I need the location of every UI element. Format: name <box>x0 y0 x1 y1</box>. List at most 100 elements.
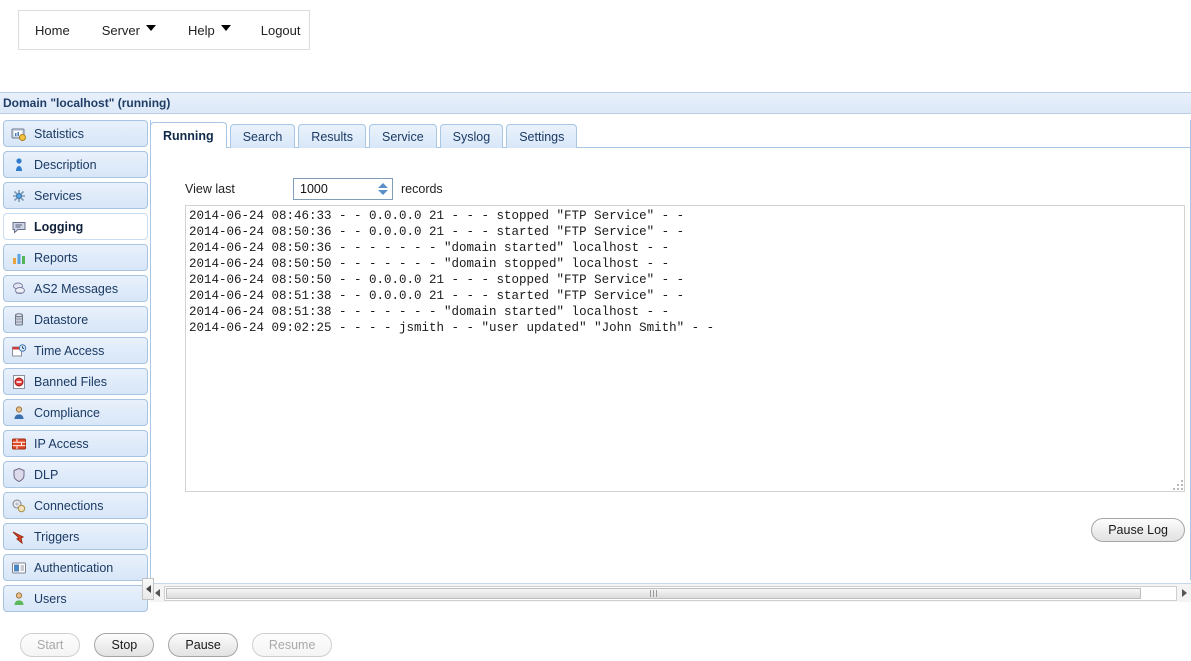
chevron-up-icon[interactable] <box>377 183 388 188</box>
domain-header-bar: Domain "localhost" (running) <box>0 92 1191 114</box>
sidebar-item-label: IP Access <box>34 436 89 451</box>
chevron-down-icon[interactable] <box>377 190 388 195</box>
banned-files-icon <box>11 374 27 390</box>
sidebar-item-label: Connections <box>34 498 104 513</box>
resume-button[interactable]: Resume <box>251 632 333 657</box>
sidebar-item-services[interactable]: Services <box>3 182 148 209</box>
pause-button[interactable]: Pause <box>168 632 238 657</box>
sidebar-item-banned-files[interactable]: Banned Files <box>3 368 148 395</box>
tab-results[interactable]: Results <box>298 124 366 148</box>
menu-item-server-label: Server <box>101 22 140 38</box>
sidebar-collapse-handle[interactable] <box>142 578 154 600</box>
menu-item-logout[interactable]: Logout <box>261 23 301 38</box>
sidebar-item-label: Banned Files <box>34 374 107 389</box>
tab-label: Results <box>311 129 353 144</box>
view-last-row: View last records <box>185 178 443 200</box>
sidebar-item-logging[interactable]: Logging <box>3 213 148 240</box>
sidebar-item-triggers[interactable]: Triggers <box>3 523 148 550</box>
scrollbar-grip-icon <box>650 589 657 597</box>
sidebar-item-datastore[interactable]: Datastore <box>3 306 148 333</box>
tab-strip: Running Search Results Service Syslog Se… <box>150 122 580 148</box>
sidebar-item-description[interactable]: Description <box>3 151 148 178</box>
tab-label: Running <box>163 128 214 143</box>
pause-log-row: Pause Log <box>185 518 1185 542</box>
triggers-icon <box>11 529 27 545</box>
menu-item-logout-label: Logout <box>260 22 301 38</box>
view-last-label: View last <box>185 182 235 196</box>
connections-icon <box>11 498 27 514</box>
sidebar-item-label: Time Access <box>34 343 105 358</box>
sidebar-item-label: Datastore <box>34 312 89 327</box>
sidebar-item-compliance[interactable]: Compliance <box>3 399 148 426</box>
sidebar-item-dlp[interactable]: DLP <box>3 461 148 488</box>
stop-button[interactable]: Stop <box>94 632 155 657</box>
start-button-label: Start <box>37 637 64 652</box>
pause-button-label: Pause <box>185 637 221 652</box>
sidebar-item-ip-access[interactable]: IP Access <box>3 430 148 457</box>
records-input[interactable] <box>298 179 376 199</box>
pause-log-button-label: Pause Log <box>1108 523 1168 537</box>
chevron-down-icon <box>220 24 231 31</box>
log-output-box[interactable]: 2014-06-24 08:46:33 - - 0.0.0.0 21 - - -… <box>185 205 1185 492</box>
sidebar-item-reports[interactable]: Reports <box>3 244 148 271</box>
sidebar-item-authentication[interactable]: Authentication <box>3 554 148 581</box>
sidebar-item-label: Logging <box>34 219 84 234</box>
compliance-icon <box>11 405 27 421</box>
scrollbar-track[interactable] <box>164 585 1177 601</box>
services-icon <box>11 188 27 204</box>
pause-log-button[interactable]: Pause Log <box>1091 518 1185 542</box>
start-button[interactable]: Start <box>20 632 81 657</box>
resize-grip-icon[interactable] <box>1171 478 1183 490</box>
menu-item-home-label: Home <box>35 22 70 38</box>
statistics-icon <box>11 126 27 142</box>
stepper-arrows[interactable] <box>375 180 390 198</box>
records-stepper[interactable] <box>293 178 393 200</box>
domain-title: Domain "localhost" (running) <box>3 96 171 110</box>
datastore-icon <box>11 312 27 328</box>
menu-item-server[interactable]: Server <box>102 23 156 38</box>
description-icon <box>11 157 27 173</box>
horizontal-scrollbar[interactable] <box>150 583 1191 602</box>
sidebar-item-label: AS2 Messages <box>34 281 119 296</box>
running-tab-panel: View last records 2014-06-24 08:46:33 - … <box>151 148 1190 560</box>
resume-button-label: Resume <box>268 637 316 652</box>
active-tab-notch <box>156 146 213 149</box>
time-access-icon <box>11 343 27 359</box>
sidebar-item-label: Users <box>34 591 67 606</box>
menu-item-home[interactable]: Home <box>35 23 70 38</box>
scroll-right-arrow-icon[interactable] <box>1177 585 1191 602</box>
scrollbar-thumb[interactable] <box>166 587 1141 599</box>
tab-settings[interactable]: Settings <box>506 124 578 148</box>
tab-search[interactable]: Search <box>229 124 296 148</box>
log-output-text: 2014-06-24 08:46:33 - - 0.0.0.0 21 - - -… <box>189 209 715 335</box>
records-label: records <box>401 182 443 196</box>
tab-label: Search <box>242 129 283 144</box>
sidebar-item-as2-messages[interactable]: AS2 Messages <box>3 275 148 302</box>
sidebar-item-label: Statistics <box>34 126 85 141</box>
sidebar-item-label: Triggers <box>34 529 80 544</box>
ip-access-icon <box>11 436 27 452</box>
chevron-left-icon <box>145 585 151 593</box>
bottom-toolbar: Start Stop Pause Resume <box>0 628 1191 661</box>
sidebar-item-statistics[interactable]: Statistics <box>3 120 148 147</box>
sidebar-item-users[interactable]: Users <box>3 585 148 612</box>
chevron-down-icon <box>145 24 156 31</box>
dlp-icon <box>11 467 27 483</box>
tab-syslog[interactable]: Syslog <box>439 124 504 148</box>
sidebar-item-label: Compliance <box>34 405 101 420</box>
sidebar-item-time-access[interactable]: Time Access <box>3 337 148 364</box>
sidebar-item-label: Reports <box>34 250 78 265</box>
tab-label: Settings <box>519 129 565 144</box>
menu-item-help-label: Help <box>187 22 215 38</box>
tab-label: Service <box>381 129 424 144</box>
tab-label: Syslog <box>452 129 491 144</box>
tab-running[interactable]: Running <box>150 122 227 148</box>
sidebar-item-label: Description <box>34 157 97 172</box>
menu-item-help[interactable]: Help <box>188 23 231 38</box>
stop-button-label: Stop <box>111 637 138 652</box>
sidebar-item-connections[interactable]: Connections <box>3 492 148 519</box>
tab-service[interactable]: Service <box>368 124 437 148</box>
top-menu-bar: Home Server Help Logout <box>18 10 310 50</box>
sidebar-item-label: DLP <box>34 467 59 482</box>
logging-icon <box>11 219 27 235</box>
